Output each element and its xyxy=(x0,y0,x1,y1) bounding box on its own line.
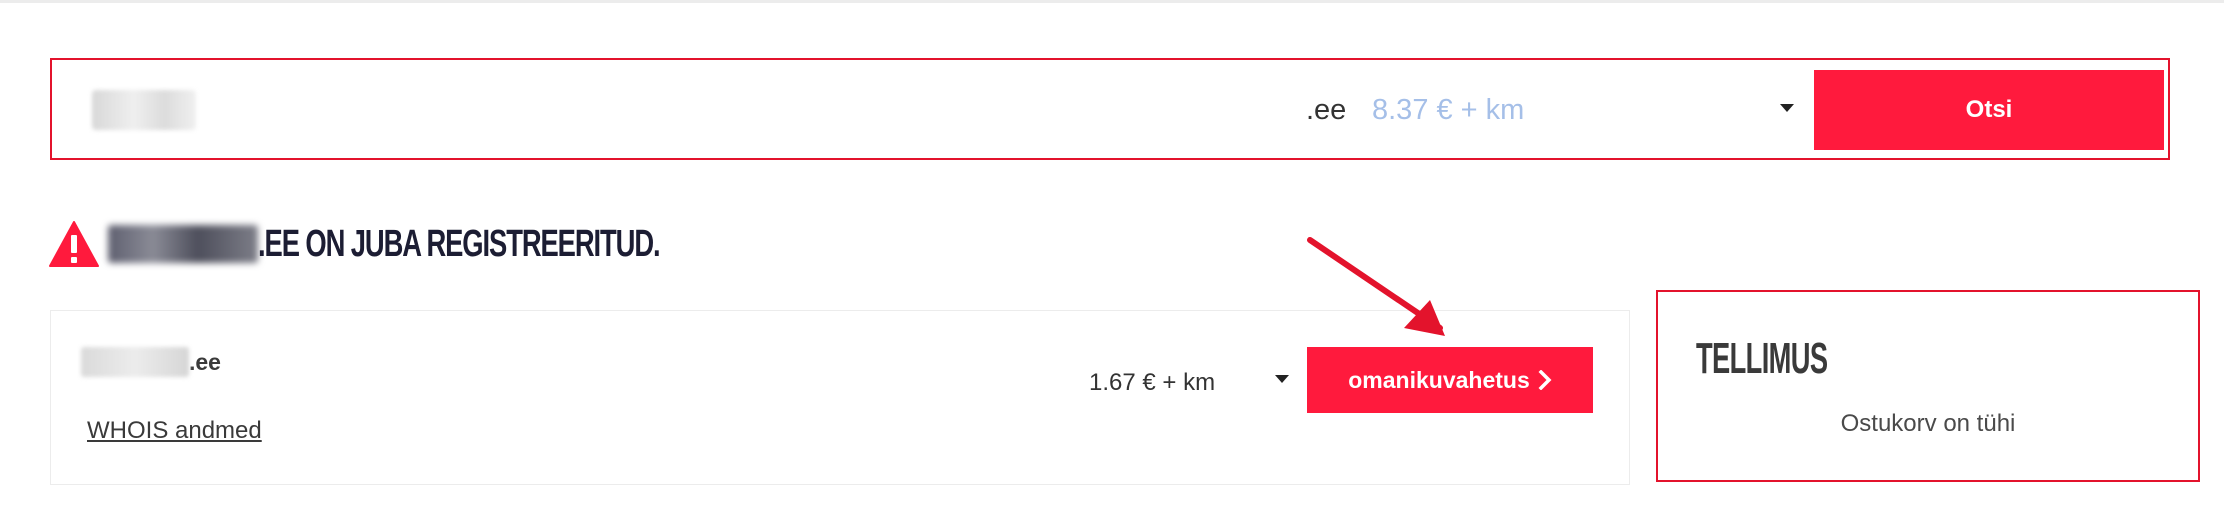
order-summary: TELLIMUS Ostukorv on tühi xyxy=(1656,290,2200,482)
registered-status-text: .EE ON JUBA REGISTREERITUD. xyxy=(258,222,661,265)
warning-triangle-icon xyxy=(49,221,99,267)
annotation-arrow-icon xyxy=(1307,237,1445,336)
result-domain: .ee xyxy=(81,347,221,377)
blurred-domain-name xyxy=(108,225,258,263)
tld-label: .ee xyxy=(1306,94,1347,126)
blurred-domain-label xyxy=(81,347,189,377)
caret-down-icon[interactable] xyxy=(1275,375,1289,383)
domain-search-input[interactable] xyxy=(92,90,196,130)
tld-price: 8.37 € + km xyxy=(1372,94,1525,126)
whois-link[interactable]: WHOIS andmed xyxy=(87,417,262,445)
order-title: TELLIMUS xyxy=(1696,334,1828,383)
search-button[interactable]: Otsi xyxy=(1814,70,2164,150)
result-domain-tld: .ee xyxy=(189,348,221,375)
caret-down-icon[interactable] xyxy=(1780,104,1794,112)
page: .ee 8.37 € + km Otsi .EE ON JUBA REGISTR… xyxy=(0,0,2224,506)
cart-empty-text: Ostukorv on tühi xyxy=(1840,410,2016,437)
domain-search-bar: .ee 8.37 € + km Otsi xyxy=(50,58,2170,160)
result-heading: .EE ON JUBA REGISTREERITUD. xyxy=(48,218,816,270)
result-price: 1.67 € + km xyxy=(1089,369,1216,396)
owner-change-button[interactable]: omanikuvahetus xyxy=(1307,347,1593,413)
top-divider xyxy=(0,0,2224,3)
owner-change-label: omanikuvahetus xyxy=(1348,366,1530,393)
chevron-right-icon xyxy=(1538,370,1552,390)
